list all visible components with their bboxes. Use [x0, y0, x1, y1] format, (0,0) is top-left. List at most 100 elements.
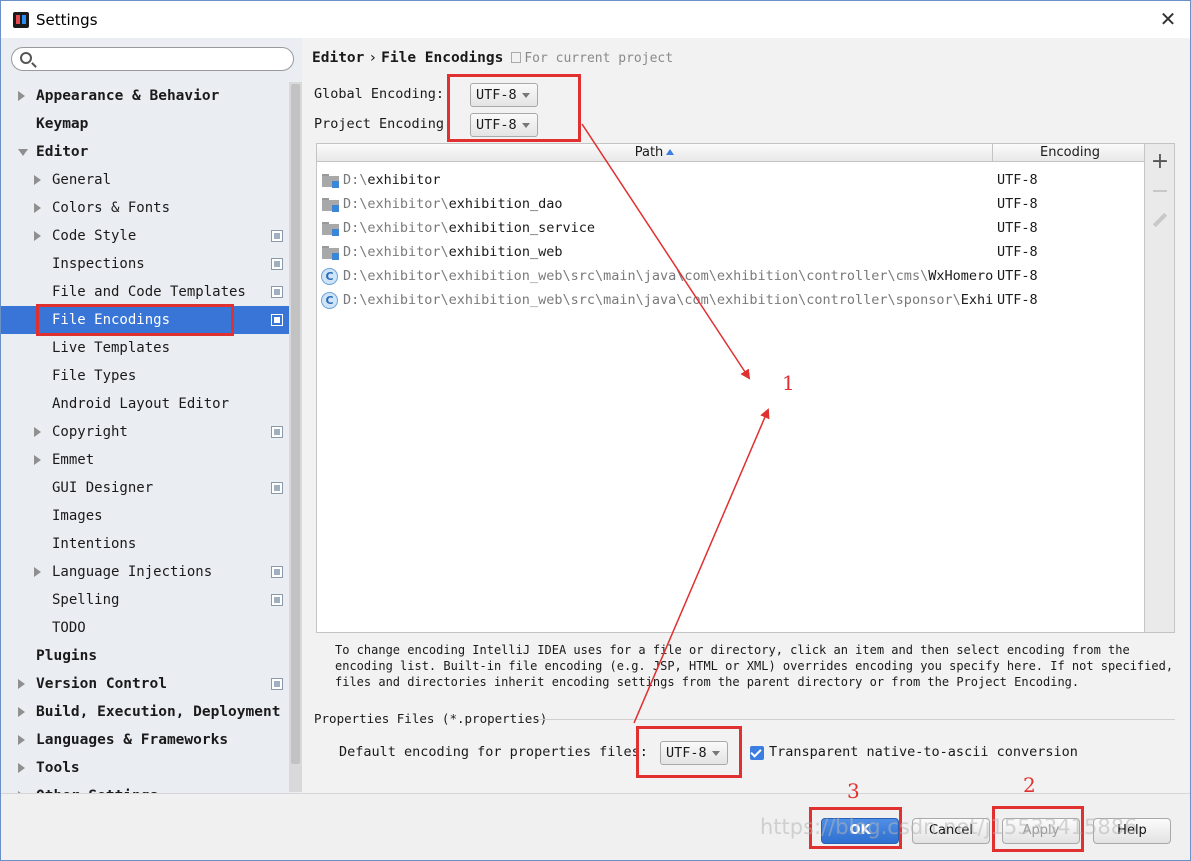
- sidebar-item-label: Code Style: [52, 228, 137, 244]
- table-row[interactable]: C D:\exhibitor\exhibition_web\src\main\ja…: [317, 288, 1144, 312]
- encoding-cell[interactable]: UTF-8: [997, 240, 1038, 264]
- sidebar-item-label: Language Injections: [52, 564, 213, 580]
- project-scope-label: For current project: [524, 51, 674, 66]
- sidebar-scrollbar[interactable]: [289, 82, 302, 792]
- sidebar-item-code-style[interactable]: Code Style: [1, 222, 289, 250]
- module-badge-icon: [332, 253, 339, 260]
- sidebar-item-plugins[interactable]: Plugins: [1, 642, 289, 670]
- chevron-right-icon[interactable]: [18, 707, 25, 717]
- sidebar-item-emmet[interactable]: Emmet: [1, 446, 289, 474]
- sidebar-item-gui-designer[interactable]: GUI Designer: [1, 474, 289, 502]
- encoding-cell[interactable]: UTF-8: [997, 192, 1038, 216]
- project-scope-note: For current project: [511, 51, 673, 66]
- chevron-right-icon[interactable]: [34, 175, 41, 185]
- sidebar-item-keymap[interactable]: Keymap: [1, 110, 289, 138]
- sidebar-item-copyright[interactable]: Copyright: [1, 418, 289, 446]
- path-encoding-table: Path Encoding D:\exhibitor UTF-8 D:\exhibi…: [316, 143, 1145, 633]
- sidebar-item-spelling[interactable]: Spelling: [1, 586, 289, 614]
- table-row[interactable]: D:\exhibitor\exhibition_dao UTF-8: [317, 192, 1144, 216]
- project-scope-icon: [271, 314, 283, 326]
- path-column-header[interactable]: Path: [317, 144, 993, 162]
- table-row[interactable]: D:\exhibitor UTF-8: [317, 168, 1144, 192]
- chevron-right-icon[interactable]: [18, 91, 25, 101]
- module-badge-icon: [332, 229, 339, 236]
- chevron-down-icon[interactable]: [18, 149, 28, 156]
- table-row[interactable]: C D:\exhibitor\exhibition_web\src\main\ja…: [317, 264, 1144, 288]
- sidebar-item-appearance-behavior[interactable]: Appearance & Behavior: [1, 82, 289, 110]
- sidebar-item-version-control[interactable]: Version Control: [1, 670, 289, 698]
- sidebar-item-label: Build, Execution, Deployment: [36, 704, 281, 720]
- sidebar-item-label: Other Settings: [36, 782, 158, 793]
- encoding-column-header[interactable]: Encoding: [994, 144, 1144, 162]
- breadcrumb-separator: ›: [368, 50, 378, 66]
- chevron-right-icon[interactable]: [34, 567, 41, 577]
- search-input[interactable]: [11, 47, 294, 71]
- chevron-right-icon[interactable]: [34, 231, 41, 241]
- step-1-marker: 1: [782, 371, 795, 395]
- sidebar-item-file-and-code-templates[interactable]: File and Code Templates: [1, 278, 289, 306]
- chevron-right-icon[interactable]: [34, 455, 41, 465]
- sidebar-item-todo[interactable]: TODO: [1, 614, 289, 642]
- sidebar-item-editor[interactable]: Editor: [1, 138, 289, 166]
- sidebar-item-tools[interactable]: Tools: [1, 754, 289, 782]
- path-prefix: D:\: [343, 172, 368, 188]
- sidebar-item-label: TODO: [52, 620, 86, 636]
- chevron-right-icon[interactable]: [18, 763, 25, 773]
- window-title: Settings: [36, 11, 98, 29]
- chevron-right-icon[interactable]: [18, 679, 25, 689]
- path-name: exhibition_dao: [448, 196, 563, 212]
- sidebar-item-label: Tools: [36, 760, 80, 776]
- encoding-cell[interactable]: UTF-8: [997, 288, 1038, 312]
- sidebar-item-label: Android Layout Editor: [52, 396, 230, 412]
- sidebar-item-images[interactable]: Images: [1, 502, 289, 530]
- sidebar-item-other-settings[interactable]: Other Settings: [1, 782, 289, 793]
- path-cell: D:\exhibitor\exhibition_web\src\main\jav…: [343, 288, 993, 312]
- sidebar-item-live-templates[interactable]: Live Templates: [1, 334, 289, 362]
- module-folder-icon: [322, 222, 339, 236]
- project-scope-icon: [271, 230, 283, 242]
- java-class-icon: C: [321, 268, 338, 285]
- table-row[interactable]: D:\exhibitor\exhibition_web UTF-8: [317, 240, 1144, 264]
- native-to-ascii-label[interactable]: Transparent native-to-ascii conversion: [769, 744, 1078, 760]
- sidebar-item-file-types[interactable]: File Types: [1, 362, 289, 390]
- remove-mapping-button[interactable]: [1150, 180, 1170, 200]
- encoding-cell[interactable]: UTF-8: [997, 216, 1038, 240]
- sidebar-item-build-execution-deployment[interactable]: Build, Execution, Deployment: [1, 698, 289, 726]
- encoding-cell[interactable]: UTF-8: [997, 168, 1038, 192]
- path-name: Exhibition: [960, 292, 993, 308]
- sidebar-item-colors-fonts[interactable]: Colors & Fonts: [1, 194, 289, 222]
- close-icon[interactable]: ✕: [1156, 7, 1180, 31]
- sidebar-item-label: General: [52, 172, 112, 188]
- chevron-right-icon[interactable]: [18, 735, 25, 745]
- sidebar-item-label: Intentions: [52, 536, 137, 552]
- sidebar-item-intentions[interactable]: Intentions: [1, 530, 289, 558]
- path-cell: D:\exhibitor\exhibition_service: [343, 216, 993, 240]
- sidebar-item-label: Appearance & Behavior: [36, 88, 220, 104]
- path-prefix: D:\exhibitor\exhibition_web\src\main\jav…: [343, 292, 961, 308]
- project-encoding-label: Project Encoding:: [314, 116, 453, 132]
- table-row[interactable]: D:\exhibitor\exhibition_service UTF-8: [317, 216, 1144, 240]
- highlight-file-encodings: [36, 304, 234, 336]
- table-toolbar: +: [1145, 143, 1175, 633]
- native-to-ascii-checkbox[interactable]: [750, 746, 764, 760]
- sidebar-item-general[interactable]: General: [1, 166, 289, 194]
- breadcrumb-parent: Editor: [312, 50, 365, 66]
- section-divider: [538, 719, 1175, 720]
- encoding-cell[interactable]: UTF-8: [997, 264, 1038, 288]
- project-scope-icon: [271, 426, 283, 438]
- sidebar-item-label: File Types: [52, 368, 137, 384]
- sidebar-item-android-layout-editor[interactable]: Android Layout Editor: [1, 390, 289, 418]
- chevron-right-icon[interactable]: [34, 203, 41, 213]
- highlight-properties-encoding: [636, 726, 742, 778]
- sidebar-item-label: Inspections: [52, 256, 145, 272]
- path-prefix: D:\exhibitor\exhibition_web\src\main\jav…: [343, 268, 929, 284]
- chevron-right-icon[interactable]: [34, 427, 41, 437]
- add-mapping-button[interactable]: +: [1150, 151, 1170, 173]
- sidebar-item-label: Keymap: [36, 116, 89, 132]
- step-3-marker: 3: [847, 779, 860, 803]
- sidebar-item-language-injections[interactable]: Language Injections: [1, 558, 289, 586]
- sidebar-item-inspections[interactable]: Inspections: [1, 250, 289, 278]
- sidebar-item-languages-frameworks[interactable]: Languages & Frameworks: [1, 726, 289, 754]
- sidebar-scrollbar-thumb[interactable]: [291, 84, 300, 764]
- edit-mapping-button[interactable]: [1150, 210, 1170, 230]
